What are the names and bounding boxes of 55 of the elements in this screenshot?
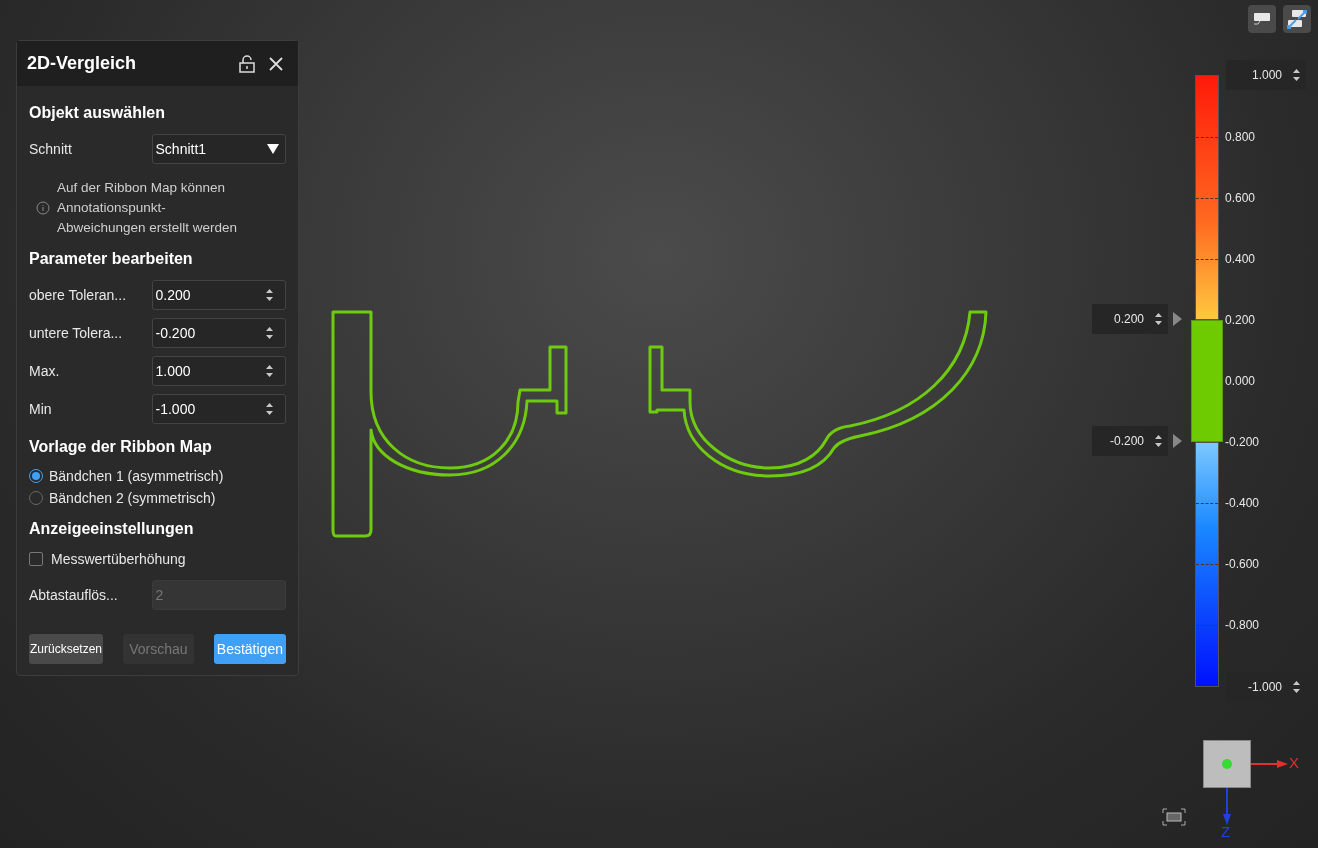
input-field[interactable]: 1.000 xyxy=(151,356,286,386)
spin-arrows-icon[interactable] xyxy=(265,363,274,379)
field-label: Min xyxy=(29,399,53,419)
radio-label[interactable]: Bändchen 1 (asymmetrisch) xyxy=(49,465,224,487)
section-heading: Anzeigeeinstellungen xyxy=(29,519,195,539)
dropdown[interactable]: Schnitt1 xyxy=(151,134,286,164)
scale-tick-label: -0.600 xyxy=(1225,557,1260,571)
radio-label[interactable]: Bändchen 2 (symmetrisch) xyxy=(49,487,216,509)
spin-arrows-icon[interactable] xyxy=(265,401,274,417)
input-field[interactable]: 0.200 xyxy=(151,280,286,310)
input-field[interactable]: -0.200 xyxy=(151,318,286,348)
info-icon xyxy=(36,201,50,215)
axis-label: X xyxy=(1289,755,1299,771)
spin-arrows-icon[interactable] xyxy=(265,325,274,341)
upper-tolerance-field[interactable]: 0.200 xyxy=(1092,304,1168,334)
spin-arrows-icon[interactable] xyxy=(1292,679,1301,695)
swap-icon[interactable] xyxy=(1283,5,1311,33)
axis-label: Z xyxy=(1221,824,1231,840)
field-label: obere Toleran... xyxy=(29,285,128,305)
scale-tick-label: 0.000 xyxy=(1225,374,1256,388)
info-text: Auf der Ribbon Map können Annotationspunkt-Abweichungen erstellt werden xyxy=(57,179,239,237)
lower-tolerance-field[interactable]: -0.200 xyxy=(1092,426,1168,456)
spin-arrows-icon[interactable] xyxy=(265,287,274,303)
pointer-triangle-icon[interactable] xyxy=(1173,434,1182,448)
unlock-icon[interactable] xyxy=(238,54,256,73)
close-icon[interactable] xyxy=(268,55,284,72)
scale-tick-label: -0.800 xyxy=(1225,618,1260,632)
fit-view-icon[interactable] xyxy=(1162,808,1186,826)
x-axis-arrow xyxy=(1251,759,1289,769)
checkbox[interactable] xyxy=(29,552,43,566)
pointer-triangle-icon[interactable] xyxy=(1173,312,1182,326)
scale-tick-label: -0.400 xyxy=(1225,496,1260,510)
field-label: untere Tolera... xyxy=(29,323,124,343)
section-heading: Parameter bearbeiten xyxy=(29,249,194,269)
input-field[interactable]: -1.000 xyxy=(151,394,286,424)
spin-arrows-icon[interactable] xyxy=(1292,67,1301,83)
checkbox-label[interactable]: Messwertüberhöhung xyxy=(51,548,186,570)
scale-tick-label: 0.600 xyxy=(1225,191,1256,205)
dropdown-caret-icon xyxy=(267,144,279,154)
field-label: Max. xyxy=(29,361,61,381)
scale-max-field[interactable]: 1.000 xyxy=(1226,60,1306,90)
scale-tick-label: 0.800 xyxy=(1225,130,1256,144)
spin-arrows-icon[interactable] xyxy=(1154,433,1163,449)
window-icon[interactable] xyxy=(1248,5,1276,33)
field-label: Abtastauflös... xyxy=(29,585,119,605)
scale-tick-label: -0.200 xyxy=(1225,435,1260,449)
field-label: Schnitt xyxy=(29,139,73,159)
section-heading: Objekt auswählen xyxy=(29,103,167,123)
scale-tick-label: 0.200 xyxy=(1225,313,1256,327)
button[interactable]: Zurücksetzen xyxy=(29,634,104,664)
panel-title: 2D-Vergleich xyxy=(27,52,138,75)
z-axis-arrow xyxy=(1222,788,1232,826)
spin-arrows-icon[interactable] xyxy=(1154,311,1163,327)
scale-tick-label: 0.400 xyxy=(1225,252,1256,266)
section-heading: Vorlage der Ribbon Map xyxy=(29,437,213,457)
